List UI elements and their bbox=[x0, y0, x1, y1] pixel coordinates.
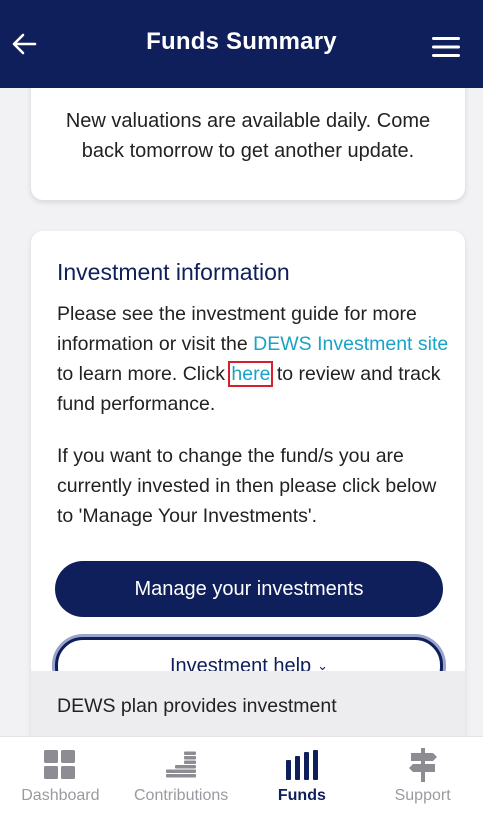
para1-text-b: to learn more. Click bbox=[57, 363, 231, 385]
investment-info-heading: Investment information bbox=[57, 259, 290, 285]
manage-investments-button[interactable]: Manage your investments bbox=[55, 561, 443, 617]
valuation-message: New valuations are available daily. Come… bbox=[65, 110, 431, 162]
tab-support-label: Support bbox=[394, 787, 451, 804]
hamburger-menu-icon bbox=[432, 37, 460, 57]
investment-info-card: Investment information Please see the in… bbox=[31, 231, 465, 736]
app-header: Funds Summary bbox=[0, 0, 483, 88]
bottom-tab-bar: Dashboard Contributions Funds Support bbox=[0, 736, 483, 822]
investment-details-section: DEWS plan provides investment bbox=[31, 671, 465, 736]
valuation-card: New valuations are available daily. Come… bbox=[31, 88, 465, 200]
page-title: Funds Summary bbox=[146, 28, 337, 55]
here-link[interactable]: here bbox=[228, 361, 274, 387]
tab-dashboard-label: Dashboard bbox=[21, 787, 100, 804]
investment-details-text: DEWS plan provides investment bbox=[57, 695, 337, 717]
change-funds-paragraph: If you want to change the fund/s you are… bbox=[57, 445, 437, 527]
tab-funds[interactable]: Funds bbox=[242, 737, 363, 822]
content-area[interactable]: New valuations are available daily. Come… bbox=[0, 88, 483, 736]
bar-chart-icon bbox=[285, 750, 318, 780]
coins-stack-icon bbox=[166, 751, 197, 778]
dashboard-grid-icon bbox=[44, 750, 76, 779]
dews-investment-site-link[interactable]: DEWS Investment site bbox=[253, 333, 448, 355]
tab-funds-label: Funds bbox=[277, 787, 326, 804]
tab-support[interactable]: Support bbox=[362, 737, 483, 822]
tab-contributions-label: Contributions bbox=[133, 787, 229, 804]
signpost-icon bbox=[408, 748, 437, 782]
tab-dashboard[interactable]: Dashboard bbox=[0, 737, 121, 822]
investment-info-paragraph: Please see the investment guide for more… bbox=[57, 299, 451, 419]
menu-button[interactable] bbox=[425, 26, 467, 68]
tab-contributions[interactable]: Contributions bbox=[121, 737, 242, 822]
manage-investments-label: Manage your investments bbox=[134, 577, 364, 600]
